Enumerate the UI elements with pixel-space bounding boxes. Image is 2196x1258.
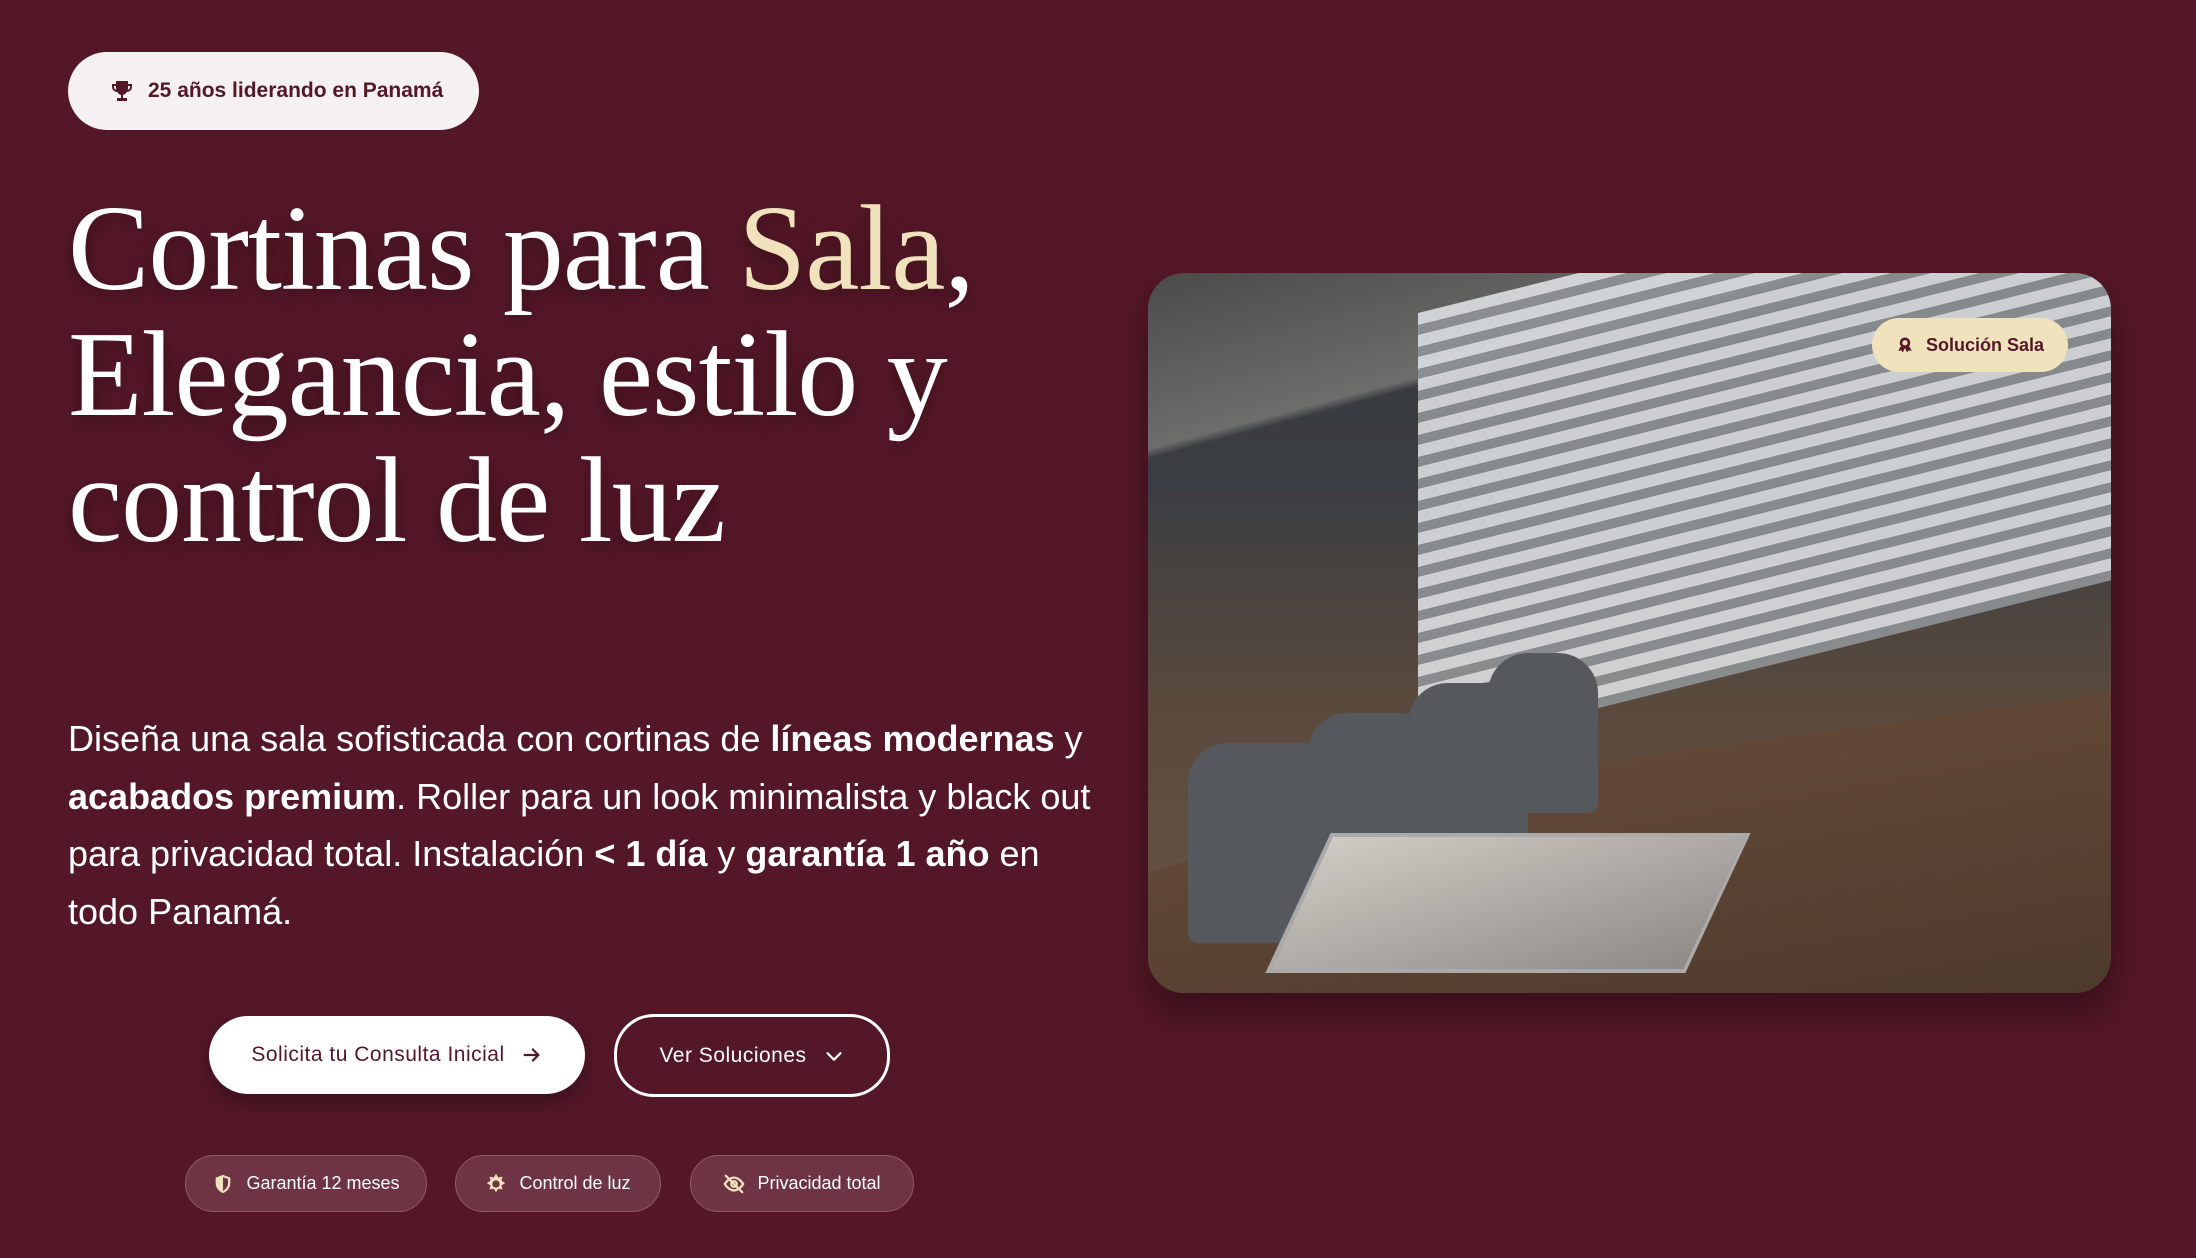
photo-table xyxy=(1265,833,1751,973)
sun-icon xyxy=(487,1173,506,1192)
view-solutions-button[interactable]: Ver Soluciones xyxy=(614,1014,890,1097)
years-badge: 25 años liderando en Panamá xyxy=(68,52,479,130)
shield-icon xyxy=(216,1174,231,1193)
title-line-3: control de luz xyxy=(68,433,726,568)
desc-text: Diseña una sala sofisticada con cortinas… xyxy=(68,718,771,759)
living-room-photo: Solución Sala xyxy=(1148,273,2111,993)
page-title: Cortinas para Sala, Elegancia, estilo y co… xyxy=(68,186,1118,564)
years-badge-label: 25 años liderando en Panamá xyxy=(148,79,444,102)
feature-label: Privacidad total xyxy=(757,1173,881,1193)
chevron-down-icon xyxy=(825,1051,842,1061)
arrow-right-icon xyxy=(523,1048,540,1062)
consultation-button-label: Solicita tu Consulta Inicial xyxy=(251,1043,505,1066)
photo-badge-label: Solución Sala xyxy=(1925,334,2045,355)
feature-chip-warranty: Garantía 12 meses xyxy=(185,1155,427,1212)
consultation-button[interactable]: Solicita tu Consulta Inicial xyxy=(209,1016,585,1094)
photo-badge: Solución Sala xyxy=(1872,318,2068,372)
feature-label: Control de luz xyxy=(519,1173,631,1193)
feature-chip-privacy: Privacidad total xyxy=(690,1155,914,1212)
trophy-icon xyxy=(112,81,132,101)
title-line-2: Elegancia, estilo y xyxy=(68,307,948,442)
eye-off-icon xyxy=(723,1174,745,1193)
title-part: , xyxy=(944,181,974,316)
desc-bold: acabados premium xyxy=(68,775,397,817)
feature-label: Garantía 12 meses xyxy=(246,1173,400,1193)
desc-text: y xyxy=(1054,718,1083,759)
desc-bold: < 1 día xyxy=(594,833,708,875)
title-part: Cortinas para xyxy=(68,181,739,316)
hero-description: Diseña una sala sofisticada con cortinas… xyxy=(68,710,1108,940)
desc-bold: garantía 1 año xyxy=(745,833,990,875)
desc-text: y xyxy=(707,833,746,875)
feature-chip-light: Control de luz xyxy=(455,1155,661,1212)
award-icon xyxy=(1898,337,1912,353)
title-highlight: Sala xyxy=(738,181,945,316)
desc-bold: líneas modernas xyxy=(770,718,1055,759)
photo-chair xyxy=(1488,653,1598,813)
view-solutions-label: Ver Soluciones xyxy=(659,1043,807,1067)
